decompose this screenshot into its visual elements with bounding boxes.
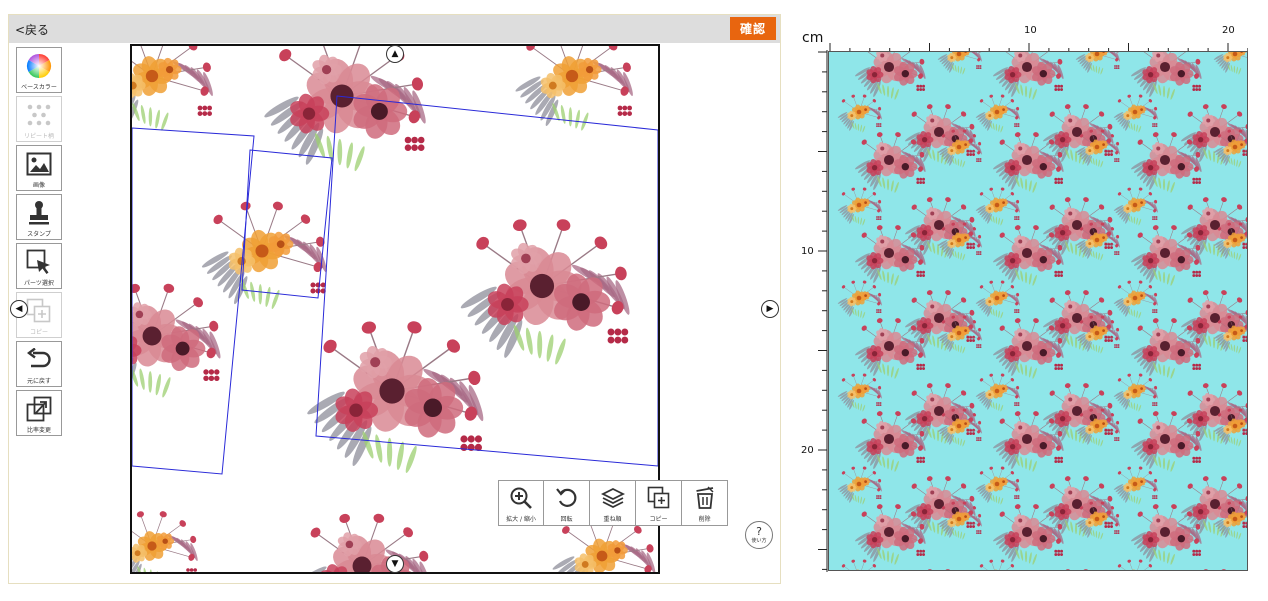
image-icon	[25, 150, 53, 178]
resize-icon	[25, 395, 53, 423]
flower-bouquet	[975, 280, 1020, 319]
stamp-button[interactable]: スタンプ	[16, 194, 62, 240]
copy-icon	[25, 297, 53, 325]
parts-select-label: パーツ選択	[24, 280, 54, 287]
left-ruler-label-10: 10	[801, 246, 814, 257]
flower-bouquet	[515, 46, 633, 131]
scroll-up-arrow[interactable]: ▲	[386, 45, 404, 63]
top-ruler-label-10: 10	[1024, 25, 1037, 36]
parts-select-button[interactable]: パーツ選択	[16, 243, 62, 289]
confirm-button[interactable]: 確認	[730, 17, 776, 40]
flower-bouquet	[1113, 94, 1158, 133]
flower-bouquet	[855, 52, 926, 100]
pattern-preview	[828, 51, 1248, 571]
repeat-button[interactable]: リピート柄	[16, 96, 62, 142]
flower-bouquet	[937, 52, 982, 75]
left-ruler-label-20: 20	[801, 445, 814, 456]
flower-bouquet	[132, 46, 213, 131]
flower-bouquet	[1113, 466, 1158, 505]
flower-bouquet	[841, 559, 877, 570]
flower-bouquet	[264, 46, 426, 172]
flower-bouquet	[975, 373, 1020, 412]
pattern-editor: <戻る 確認 ベースカラー リピート柄 画像 スタンプ パーツ選択 コピー 元に…	[8, 14, 781, 584]
flower-bouquet	[926, 569, 951, 570]
zoom-label: 拡大 / 縮小	[506, 516, 536, 523]
editor-header: <戻る 確認	[9, 15, 780, 43]
rotate-button[interactable]: 回転	[544, 480, 590, 526]
ratio-button[interactable]: 比率変更	[16, 390, 62, 436]
top-ruler: 10 20	[828, 25, 1249, 53]
flower-bouquet	[1113, 187, 1158, 226]
rotate-label: 回転	[560, 516, 573, 523]
flower-bouquet	[975, 94, 1020, 133]
base-color-button[interactable]: ベースカラー	[16, 47, 62, 93]
selection-copy-button[interactable]: コピー	[636, 480, 682, 526]
ruler-unit-label: cm	[802, 30, 824, 46]
undo-icon	[25, 346, 53, 374]
flower-bouquet	[132, 283, 221, 398]
delete-label: 削除	[698, 516, 711, 523]
flower-bouquet	[993, 52, 1064, 100]
toolbar-copy-label: コピー	[29, 329, 48, 336]
ratio-label: 比率変更	[26, 427, 51, 434]
flower-bouquet	[1064, 569, 1089, 570]
zoom-button[interactable]: 拡大 / 縮小	[498, 480, 544, 526]
color-wheel-icon	[25, 52, 53, 80]
flower-bouquet	[975, 187, 1020, 226]
copy-icon	[646, 485, 672, 511]
flower-bouquet	[979, 559, 1015, 570]
flower-bouquet	[132, 511, 198, 572]
flower-bouquet	[460, 219, 630, 365]
selection-toolbar: 拡大 / 縮小 回転 重ね順 コピー 削除	[498, 480, 728, 526]
trash-icon	[692, 485, 718, 511]
select-cursor-icon	[25, 248, 53, 276]
flower-bouquet	[307, 321, 484, 473]
layer-order-button[interactable]: 重ね順	[590, 480, 636, 526]
delete-button[interactable]: 削除	[682, 480, 728, 526]
flower-bouquet	[837, 187, 882, 226]
help-button[interactable]: ? 使い方	[745, 521, 773, 549]
flower-bouquet	[1202, 569, 1227, 570]
flower-bouquet	[298, 513, 431, 572]
base-color-label: ベースカラー	[21, 84, 57, 91]
flower-bouquet	[1117, 559, 1153, 570]
scroll-down-arrow[interactable]: ▼	[386, 555, 404, 573]
flower-bouquet	[837, 466, 882, 505]
layer-order-label: 重ね順	[603, 516, 622, 523]
flower-bouquet	[1075, 52, 1120, 75]
zoom-in-icon	[508, 485, 534, 511]
flower-bouquet	[837, 373, 882, 412]
scroll-left-arrow[interactable]: ◀	[10, 300, 28, 318]
help-label: 使い方	[751, 538, 767, 544]
flower-bouquet	[1213, 52, 1247, 75]
left-ruler: 10 20	[801, 50, 828, 572]
flower-bouquet	[1131, 52, 1202, 100]
back-link[interactable]: <戻る	[15, 21, 49, 38]
stamp-icon	[25, 199, 53, 227]
flower-bouquet	[837, 94, 882, 133]
repeat-pattern-preview	[837, 52, 1247, 570]
flower-bouquet	[837, 280, 882, 319]
rotate-icon	[554, 485, 580, 511]
undo-button[interactable]: 元に戻す	[16, 341, 62, 387]
selection-frame-inner	[241, 149, 333, 299]
repeat-label: リピート柄	[23, 133, 54, 140]
flower-bouquet	[975, 466, 1020, 505]
stamp-label: スタンプ	[27, 231, 51, 238]
flower-bouquet	[1113, 280, 1158, 319]
flower-bouquet	[1113, 373, 1158, 412]
help-icon: ?	[756, 525, 762, 538]
flower-bouquet	[201, 201, 327, 310]
image-button[interactable]: 画像	[16, 145, 62, 191]
undo-label: 元に戻す	[26, 378, 51, 385]
selection-copy-label: コピー	[649, 516, 668, 523]
top-ruler-label-20: 20	[1222, 25, 1235, 36]
dots-grid-icon	[25, 101, 53, 129]
scroll-right-arrow[interactable]: ▶	[761, 300, 779, 318]
image-label: 画像	[32, 182, 45, 189]
layers-icon	[600, 485, 626, 511]
